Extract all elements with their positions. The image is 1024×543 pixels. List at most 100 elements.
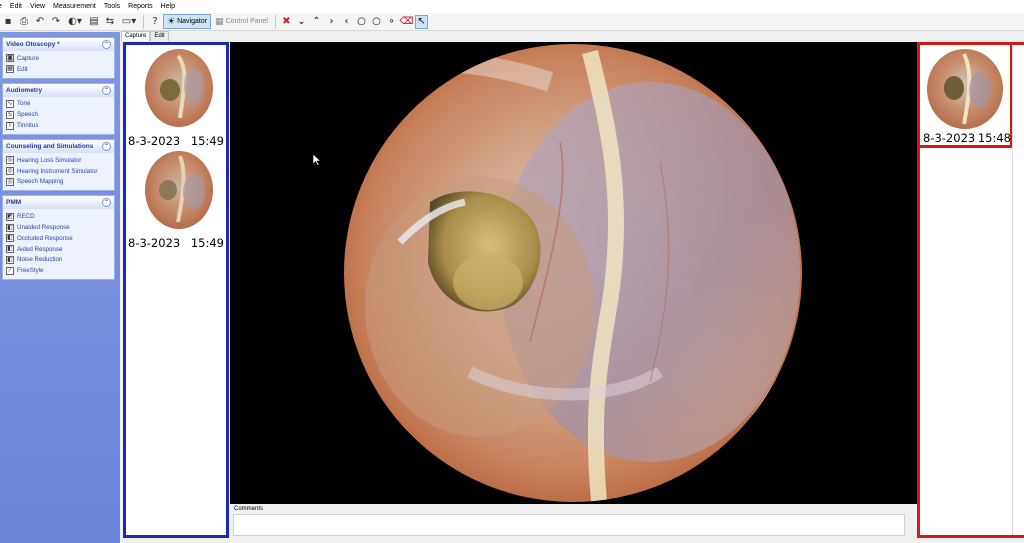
recd-icon: ◩ bbox=[6, 212, 14, 221]
circle-medium-icon[interactable]: ○ bbox=[370, 15, 383, 29]
tinnitus-icon: T bbox=[6, 121, 14, 130]
control-panel-icon: ▦ bbox=[215, 16, 224, 27]
task-label: Speech bbox=[17, 111, 38, 119]
task-noise-reduction[interactable]: ◧ Noise Reduction bbox=[6, 255, 114, 266]
comments-label: Comments bbox=[234, 506, 264, 512]
comments-section: Comments bbox=[230, 505, 917, 538]
thumbnail-date: 8-3-2023 bbox=[128, 134, 181, 148]
thumbnail-time: 15:49 bbox=[190, 134, 224, 148]
delete-annotation-icon[interactable]: ✖ bbox=[280, 15, 293, 29]
menu-tools[interactable]: Tools bbox=[100, 0, 124, 13]
transfer-icon[interactable]: ⇆ bbox=[103, 15, 117, 29]
right-panel-scrollbar[interactable] bbox=[1012, 45, 1024, 535]
toolbar: ▪ ⎙ ↶ ↷ ◐▾ ▤ ⇆ ▭▾ ? ☀ Navigator ▦ Contro… bbox=[0, 13, 1024, 31]
navigator-icon: ☀ bbox=[167, 16, 176, 27]
print-icon[interactable]: ⎙ bbox=[17, 15, 31, 29]
task-unaided-response[interactable]: ◧ Unaided Response bbox=[6, 222, 114, 233]
menu-help[interactable]: Help bbox=[157, 0, 179, 13]
group-header[interactable]: Counseling and Simulations ⌃ bbox=[3, 139, 114, 153]
group-header[interactable]: PMM ⌃ bbox=[3, 196, 114, 210]
task-hearing-loss-simulator[interactable]: ◎ Hearing Loss Simulator bbox=[6, 155, 114, 166]
menu-reports[interactable]: Reports bbox=[124, 0, 157, 13]
group-title: Video Otoscopy * bbox=[6, 41, 60, 48]
task-tone[interactable]: ∿ Tone bbox=[6, 99, 114, 110]
menu-measurement[interactable]: Measurement bbox=[49, 0, 100, 13]
task-label: Occluded Response bbox=[17, 234, 73, 242]
occluded-icon: ◧ bbox=[6, 234, 14, 243]
collapse-icon[interactable]: ⌃ bbox=[102, 40, 111, 49]
task-tinnitus[interactable]: T Tinnitus bbox=[6, 120, 114, 131]
chevron-left-icon[interactable]: ‹ bbox=[340, 15, 353, 29]
redo-icon[interactable]: ↷ bbox=[49, 15, 63, 29]
toolbar-divider bbox=[274, 14, 276, 29]
menu-view[interactable]: View bbox=[26, 0, 49, 13]
tone-icon: ∿ bbox=[6, 99, 14, 108]
group-video-otoscopy: Video Otoscopy * ⌃ ◙ Capture ▦ Edit bbox=[2, 37, 115, 79]
circle-small-icon[interactable]: ∘ bbox=[385, 15, 398, 29]
collapse-icon[interactable]: ⌃ bbox=[102, 198, 111, 208]
toolbar-divider bbox=[143, 14, 144, 29]
device-icon[interactable]: ▭▾ bbox=[119, 15, 139, 29]
task-recd[interactable]: ◩ RECD bbox=[6, 211, 114, 222]
chevron-up-icon[interactable]: ⌃ bbox=[310, 15, 323, 29]
left-thumbnail-strip: 8-3-2023 15:49 8-3-2023 15:49 bbox=[123, 42, 229, 538]
otoscope-image bbox=[344, 44, 802, 502]
simulator-icon: ◎ bbox=[6, 156, 14, 165]
collapse-icon[interactable]: ⌃ bbox=[102, 85, 111, 95]
chevron-right-icon[interactable]: › bbox=[325, 15, 338, 29]
noise-icon: ◧ bbox=[6, 255, 14, 264]
tab-edit[interactable]: Edit bbox=[150, 31, 169, 41]
mouse-cursor-icon bbox=[313, 154, 321, 166]
edit-icon: ▦ bbox=[6, 65, 14, 74]
undo-icon[interactable]: ↶ bbox=[33, 15, 47, 29]
right-thumbnail-item[interactable]: 8-3-2023 15:48 bbox=[917, 42, 1013, 148]
control-panel-label: Control Panel bbox=[225, 18, 268, 25]
task-aided-response[interactable]: ◧ Aided Response bbox=[6, 244, 114, 255]
help-icon[interactable]: ? bbox=[148, 15, 162, 29]
speech-icon: S bbox=[6, 110, 14, 119]
task-label: Speech Mapping bbox=[17, 178, 64, 186]
group-header[interactable]: Audiometry ⌃ bbox=[3, 83, 114, 97]
pointer-icon[interactable]: ↖ bbox=[414, 14, 428, 29]
task-speech-mapping[interactable]: ◎ Speech Mapping bbox=[6, 177, 114, 188]
task-label: RECD bbox=[17, 213, 35, 221]
thumbnail-time: 15:48 bbox=[977, 131, 1011, 145]
menu-edit[interactable]: Edit bbox=[6, 0, 26, 13]
collapse-icon[interactable]: ⌃ bbox=[102, 141, 111, 151]
task-label: Capture bbox=[17, 54, 40, 62]
menu-bar: e Edit View Measurement Tools Reports He… bbox=[0, 0, 1024, 13]
ear-image-thumbnail bbox=[927, 49, 1003, 129]
unaided-icon: ◧ bbox=[6, 223, 14, 232]
aided-icon: ◧ bbox=[6, 245, 14, 254]
thumbnail-date: 8-3-2023 bbox=[923, 131, 976, 145]
comments-input[interactable] bbox=[233, 514, 905, 536]
ear-selector-icon[interactable]: ◐▾ bbox=[65, 15, 85, 29]
task-freestyle[interactable]: ⁄ FreeStyle bbox=[6, 265, 114, 276]
group-audiometry: Audiometry ⌃ ∿ Tone S Speech T Tinnitus bbox=[2, 82, 115, 135]
navigator-button[interactable]: ☀ Navigator bbox=[163, 14, 212, 29]
thumbnail-date: 8-3-2023 bbox=[128, 236, 181, 250]
eraser-icon[interactable]: ⌫ bbox=[399, 15, 413, 29]
chevron-down-icon[interactable]: ⌄ bbox=[295, 15, 308, 29]
navigator-label: Navigator bbox=[177, 18, 208, 25]
instrument-icon: ◎ bbox=[6, 167, 14, 176]
circle-large-icon[interactable]: ○ bbox=[355, 15, 368, 29]
task-hearing-instrument-simulator[interactable]: ◎ Hearing Instrument Simulator bbox=[6, 166, 114, 177]
otoscopy-app-window: e Edit View Measurement Tools Reports He… bbox=[0, 0, 1024, 543]
tab-capture[interactable]: Capture bbox=[121, 31, 151, 41]
thumbnail-caption: 8-3-2023 15:49 bbox=[128, 134, 224, 148]
save-icon[interactable]: ▪ bbox=[1, 15, 15, 29]
edit-form-icon[interactable]: ▤ bbox=[87, 15, 101, 29]
group-header[interactable]: Video Otoscopy * ⌃ bbox=[3, 38, 114, 51]
task-speech[interactable]: S Speech bbox=[6, 109, 114, 120]
control-panel-button[interactable]: ▦ Control Panel bbox=[211, 14, 272, 29]
mapping-icon: ◎ bbox=[6, 177, 14, 186]
task-capture[interactable]: ◙ Capture bbox=[6, 53, 114, 64]
image-viewer[interactable] bbox=[230, 42, 917, 504]
task-occluded-response[interactable]: ◧ Occluded Response bbox=[6, 233, 114, 244]
task-edit[interactable]: ▦ Edit bbox=[6, 64, 114, 75]
group-title: Counseling and Simulations bbox=[6, 142, 94, 150]
task-pane: Video Otoscopy * ⌃ ◙ Capture ▦ Edit Audiom… bbox=[0, 32, 120, 543]
task-label: Unaided Response bbox=[17, 224, 70, 232]
group-title: Audiometry bbox=[6, 86, 43, 94]
